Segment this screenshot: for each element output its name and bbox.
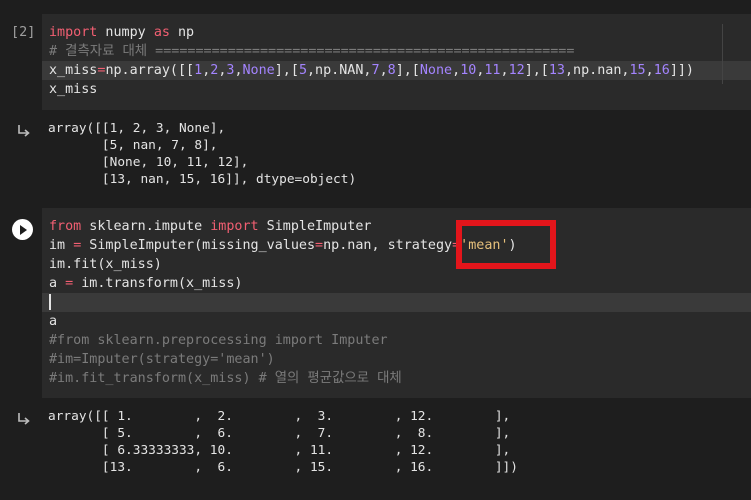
- cell-gutter: [0, 208, 42, 398]
- code-line[interactable]: #im=Imputer(strategy='mean'): [42, 350, 751, 369]
- code-token: SimpleImputer: [258, 219, 372, 234]
- code-token: from: [49, 219, 82, 234]
- code-token: ,np.nan,: [565, 63, 630, 78]
- code-token: ,: [452, 63, 461, 78]
- code-token: import: [49, 25, 98, 40]
- output-text: array([[ 1. , 2. , 3. , 12. ], [ 5. , 6.…: [48, 409, 518, 475]
- run-cell-button[interactable]: [12, 219, 33, 240]
- code-token: ,: [500, 63, 509, 78]
- code-line[interactable]: #from sklearn.preprocessing import Imput…: [42, 331, 751, 350]
- output-area-1: array([[1, 2, 3, None], [5, nan, 7, 8], …: [0, 112, 751, 206]
- code-line[interactable]: import numpy as np: [42, 23, 751, 42]
- execution-count: [2]: [11, 24, 36, 40]
- code-token: im: [49, 238, 74, 253]
- code-line[interactable]: im = SimpleImputer(missing_values=np.nan…: [42, 236, 751, 255]
- output-area-2: array([[ 1. , 2. , 3. , 12. ], [ 5. , 6.…: [0, 400, 751, 490]
- code-line[interactable]: from sklearn.impute import SimpleImputer: [42, 217, 751, 236]
- code-token: np.array([[: [105, 63, 195, 78]
- highlight-annotation-box: [456, 220, 556, 269]
- code-token: x_miss: [49, 63, 98, 78]
- code-token: ,np.NAN,: [307, 63, 372, 78]
- code-token: a: [49, 314, 58, 329]
- code-token: im.transform(x_miss): [73, 276, 243, 291]
- code-token: 12: [508, 63, 525, 78]
- code-token: 13: [548, 63, 565, 78]
- code-token: #im.fit_transform(x_miss) # 열의 평균값으로 대체: [49, 371, 402, 386]
- code-token: x_miss: [49, 82, 98, 97]
- code-token: None: [419, 63, 453, 78]
- code-token: 16: [653, 63, 670, 78]
- text-cursor: [49, 294, 51, 310]
- code-token: np.nan, strategy: [323, 238, 453, 253]
- code-token: ],[: [524, 63, 549, 78]
- code-cell-2[interactable]: from sklearn.impute import SimpleImputer…: [0, 208, 751, 398]
- code-token: np: [169, 25, 195, 40]
- code-token: None: [242, 63, 275, 78]
- editor-ruler: [722, 24, 723, 84]
- code-line[interactable]: x_miss=np.array([[1,2,3,None],[5,np.NAN,…: [42, 61, 751, 80]
- code-token: 7: [371, 63, 380, 78]
- code-token: # 결측자료 대체 ==============================…: [49, 44, 575, 59]
- code-editor-2[interactable]: from sklearn.impute import SimpleImputer…: [42, 208, 751, 398]
- code-token: ],[: [395, 63, 420, 78]
- code-token: 11: [484, 63, 501, 78]
- code-token: 15: [629, 63, 646, 78]
- code-token: 10: [460, 63, 477, 78]
- code-editor-1[interactable]: import numpy as np # 결측자료 대체 ===========…: [42, 14, 751, 110]
- code-line[interactable]: #im.fit_transform(x_miss) # 열의 평균값으로 대체: [42, 369, 751, 388]
- code-token: #im=Imputer(strategy='mean'): [49, 352, 275, 367]
- output-redirect-icon[interactable]: [16, 124, 32, 138]
- code-token: im.fit(x_miss): [49, 257, 162, 272]
- code-token: #from sklearn.preprocessing import Imput…: [49, 333, 388, 348]
- code-token: sklearn.impute: [81, 219, 211, 234]
- code-token: as: [153, 25, 170, 40]
- code-line[interactable]: im.fit(x_miss): [42, 255, 751, 274]
- code-token: ,: [379, 63, 388, 78]
- code-token: 1: [194, 63, 203, 78]
- output-text: array([[1, 2, 3, None], [5, nan, 7, 8], …: [48, 121, 357, 187]
- code-line[interactable]: a = im.transform(x_miss): [42, 274, 751, 293]
- code-line-active[interactable]: [42, 293, 751, 312]
- code-token: =: [65, 276, 74, 291]
- code-line[interactable]: a: [42, 312, 751, 331]
- code-token: a: [49, 276, 66, 291]
- code-token: ],[: [274, 63, 299, 78]
- output-redirect-icon[interactable]: [16, 412, 32, 426]
- code-token: import: [210, 219, 259, 234]
- code-token: =: [315, 238, 324, 253]
- code-cell-1[interactable]: [2] import numpy as np # 결측자료 대체 =======…: [0, 14, 751, 110]
- code-token: numpy: [97, 25, 154, 40]
- code-token: SimpleImputer(missing_values: [81, 238, 316, 253]
- code-token: ,: [234, 63, 243, 78]
- code-line[interactable]: x_miss: [42, 80, 751, 99]
- code-token: 8: [387, 63, 396, 78]
- code-line[interactable]: # 결측자료 대체 ==============================…: [42, 42, 751, 61]
- code-token: ]]): [669, 63, 694, 78]
- code-token: 5: [298, 63, 307, 78]
- code-token: ,: [645, 63, 654, 78]
- play-icon: [20, 224, 27, 235]
